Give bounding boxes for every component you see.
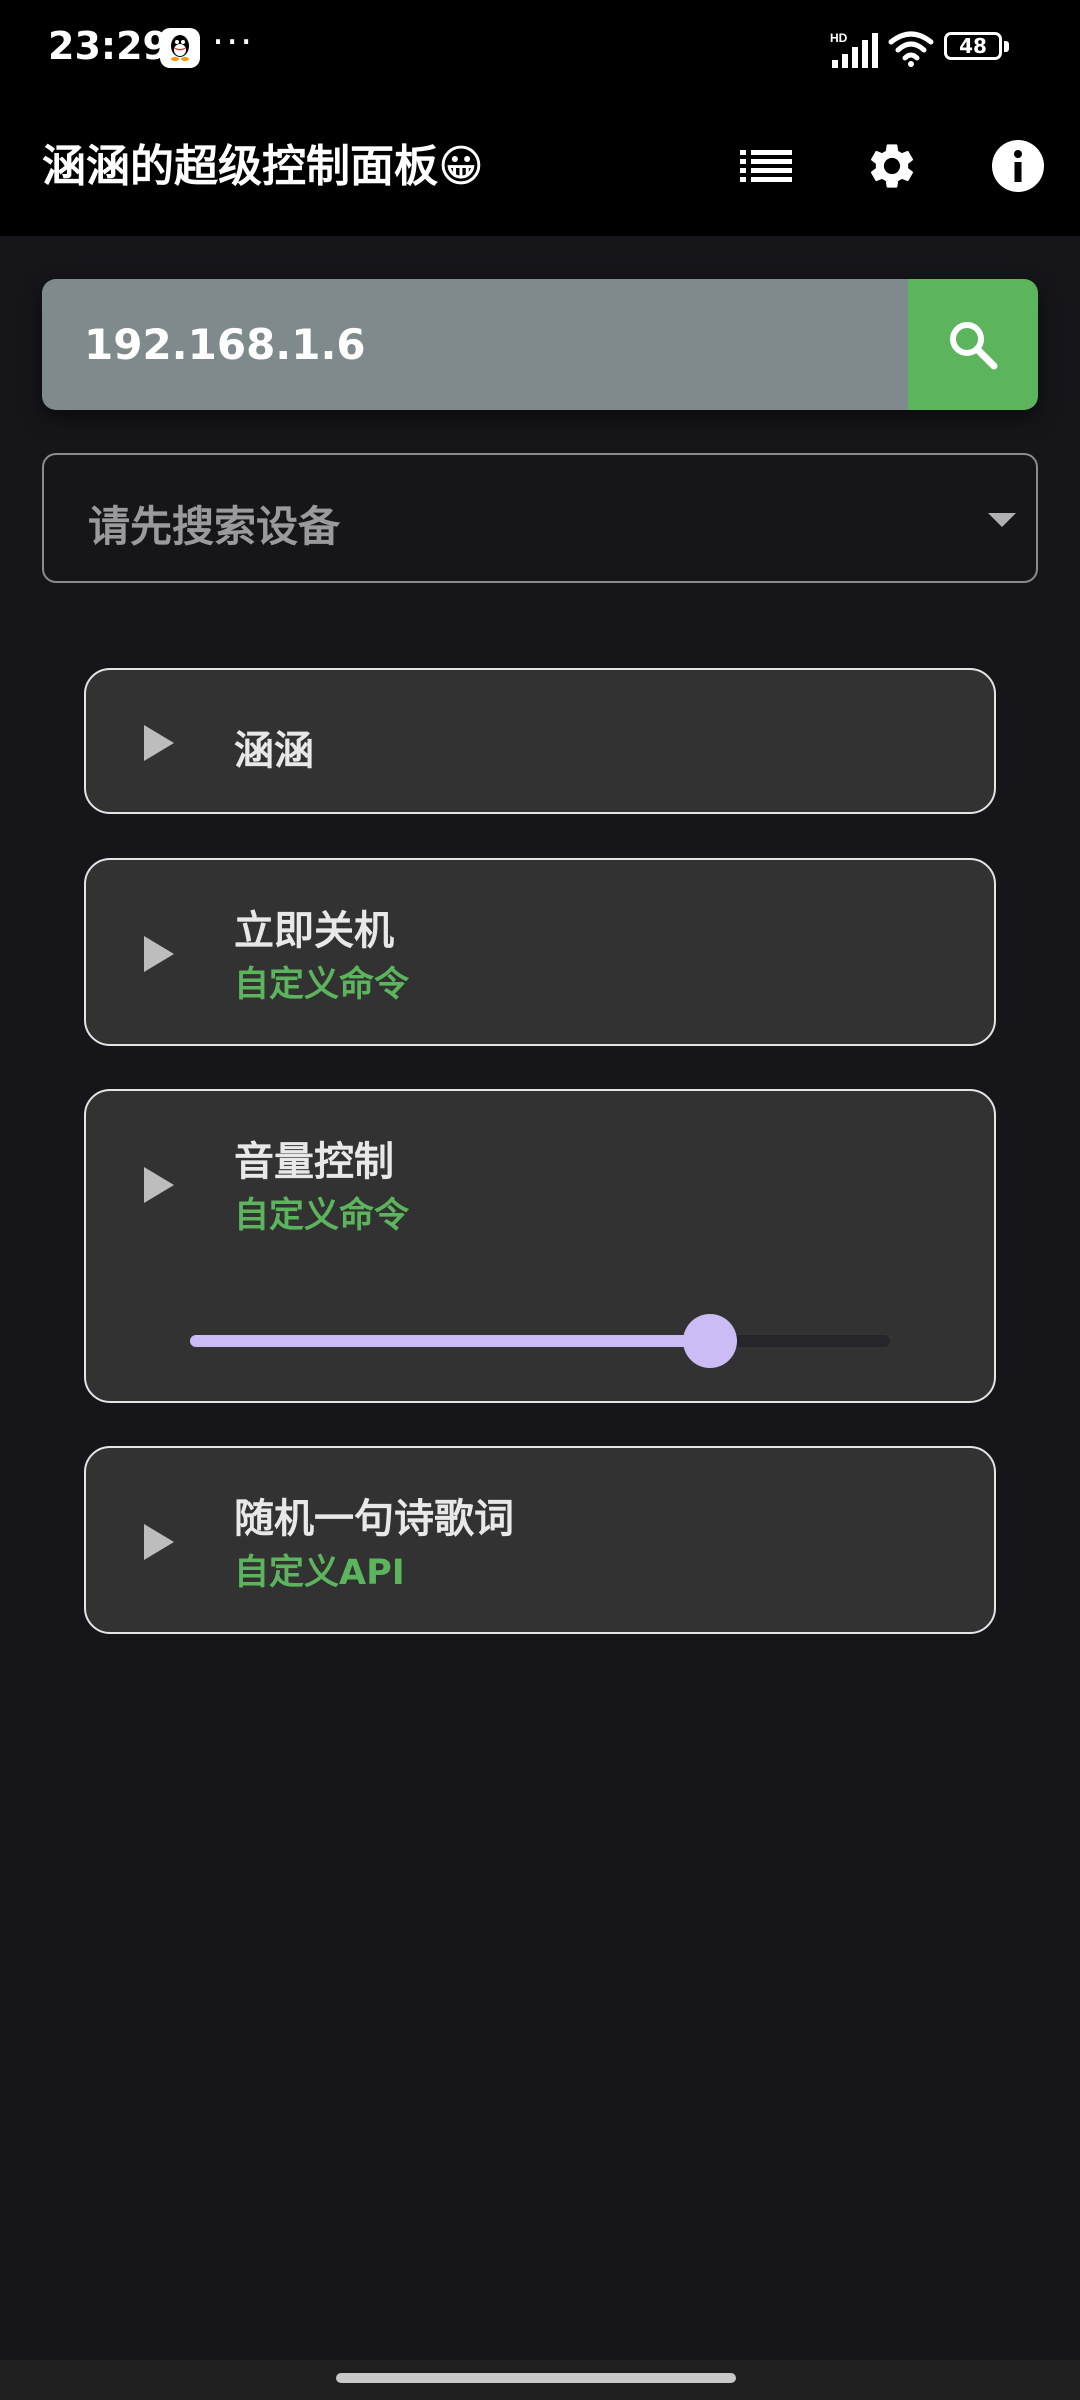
battery-icon: 48: [944, 32, 1010, 62]
command-type: 自定义API: [234, 1553, 405, 1593]
device-select[interactable]: 请先搜索设备: [42, 453, 1038, 583]
qq-icon: [160, 28, 200, 68]
command-card-poem[interactable]: 随机一句诗歌词 自定义API: [84, 1446, 996, 1634]
ip-search-bar: [42, 279, 1038, 410]
play-icon[interactable]: [144, 1524, 174, 1560]
page-title: 涵涵的超级控制面板😀: [42, 141, 484, 192]
command-type: 自定义命令: [234, 1196, 410, 1236]
command-title: 立即关机: [234, 908, 394, 954]
command-card-hanhan[interactable]: 涵涵: [84, 668, 996, 814]
play-icon[interactable]: [144, 936, 174, 972]
hd-label: HD: [830, 31, 848, 45]
command-title: 随机一句诗歌词: [234, 1496, 514, 1542]
signal-icon: HD: [830, 31, 878, 68]
more-dots-icon: ···: [212, 20, 255, 64]
command-title: 音量控制: [234, 1139, 394, 1185]
volume-slider[interactable]: [190, 1314, 890, 1368]
command-card-shutdown[interactable]: 立即关机 自定义命令: [84, 858, 996, 1046]
play-icon[interactable]: [144, 1167, 174, 1203]
status-time: 23:29: [48, 24, 169, 68]
home-indicator[interactable]: [336, 2373, 736, 2383]
play-icon[interactable]: [144, 725, 174, 761]
info-icon[interactable]: [988, 136, 1048, 196]
search-button[interactable]: [908, 279, 1038, 410]
wifi-icon: [888, 31, 934, 67]
search-icon: [950, 321, 998, 369]
app-bar: 涵涵的超级控制面板😀: [0, 96, 1080, 236]
list-icon[interactable]: [736, 136, 796, 196]
chevron-down-icon: [988, 513, 1016, 527]
volume-slider-thumb[interactable]: [682, 1314, 737, 1368]
battery-level: 48: [959, 34, 987, 58]
command-type: 自定义命令: [234, 965, 410, 1005]
status-bar: 23:29 ··· HD 48: [0, 0, 1080, 96]
command-title: 涵涵: [234, 728, 314, 774]
ip-input[interactable]: [42, 279, 908, 410]
volume-slider-fill: [190, 1335, 710, 1347]
gear-icon[interactable]: [862, 136, 922, 196]
device-select-placeholder: 请先搜索设备: [88, 502, 341, 551]
command-card-volume[interactable]: 音量控制 自定义命令: [84, 1089, 996, 1403]
